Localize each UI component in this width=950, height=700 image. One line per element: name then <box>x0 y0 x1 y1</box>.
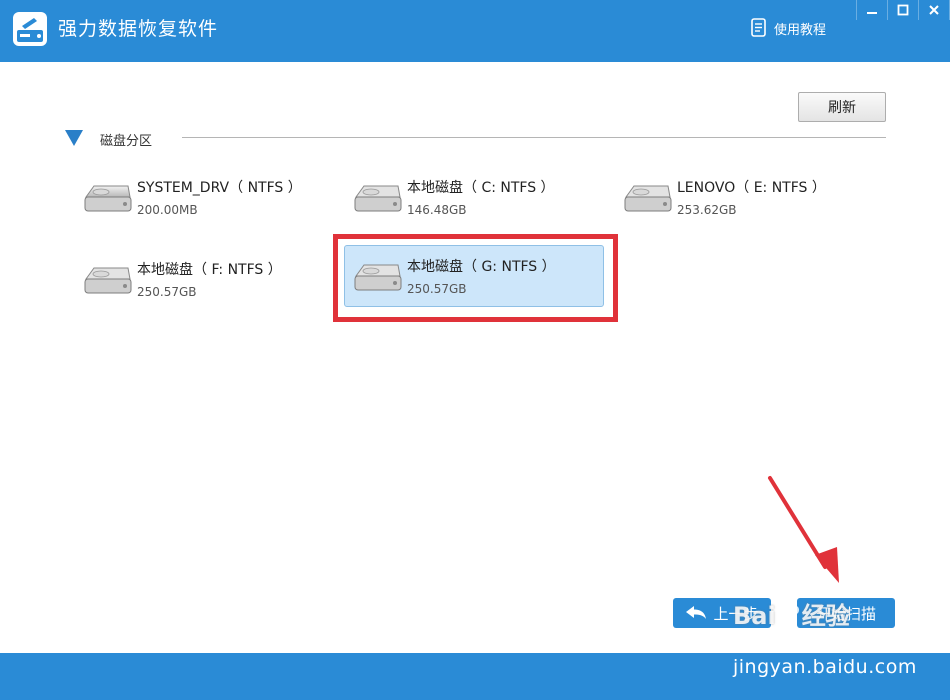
disk-name: 本地磁盘（ G: NTFS ） <box>407 259 556 275</box>
partition-section-header: 磁盘分区 <box>64 128 886 149</box>
disk-item-c[interactable]: 本地磁盘（ C: NTFS ） 146.48GB <box>344 166 604 228</box>
disk-name: 本地磁盘（ C: NTFS ） <box>407 180 555 196</box>
title-bar: 强力数据恢复软件 使用教程 <box>0 0 950 62</box>
triangle-down-icon[interactable] <box>64 129 84 147</box>
minimize-icon <box>867 12 877 14</box>
undo-arrow-icon <box>686 606 707 619</box>
hard-drive-icon <box>624 185 672 212</box>
watermark-brand-pre: Bai <box>733 602 776 630</box>
hard-drive-logo-icon <box>13 12 47 46</box>
disk-item-e[interactable]: LENOVO（ E: NTFS ） 253.62GB <box>614 166 874 228</box>
maximize-button[interactable] <box>888 0 919 20</box>
disk-size: 250.57GB <box>137 285 197 299</box>
hard-drive-icon <box>84 267 132 294</box>
section-title: 磁盘分区 <box>100 134 153 149</box>
app-title: 强力数据恢复软件 <box>58 18 219 40</box>
baidu-watermark: Bai 经验 <box>733 596 850 631</box>
disk-name: LENOVO（ E: NTFS ） <box>677 180 826 196</box>
paw-icon <box>778 603 799 625</box>
disk-size: 250.57GB <box>407 282 467 296</box>
watermark-brand-post: 经验 <box>801 602 850 630</box>
disk-item-f[interactable]: 本地磁盘（ F: NTFS ） 250.57GB <box>74 248 334 310</box>
close-icon <box>929 5 939 15</box>
disk-size: 253.62GB <box>677 203 737 217</box>
window-controls <box>856 0 950 20</box>
disk-item-g[interactable]: 本地磁盘（ G: NTFS ） 250.57GB <box>344 245 604 307</box>
tutorial-label: 使用教程 <box>774 22 827 38</box>
disk-name: 本地磁盘（ F: NTFS ） <box>137 262 282 278</box>
disk-size: 146.48GB <box>407 203 467 217</box>
maximize-icon <box>897 4 909 16</box>
tutorial-link[interactable]: 使用教程 <box>750 17 826 39</box>
disk-name: SYSTEM_DRV（ NTFS ） <box>137 180 302 196</box>
refresh-button[interactable]: 刷新 <box>798 92 886 122</box>
disk-size: 200.00MB <box>137 203 198 217</box>
document-icon <box>751 18 766 37</box>
hard-drive-icon <box>84 185 132 212</box>
watermark-url: jingyan.baidu.com <box>733 656 917 678</box>
hard-drive-icon <box>354 264 402 291</box>
minimize-button[interactable] <box>857 0 888 20</box>
disk-item-system-drv[interactable]: SYSTEM_DRV（ NTFS ） 200.00MB <box>74 166 334 228</box>
hard-drive-icon <box>354 185 402 212</box>
red-arrow-annotation <box>768 476 839 583</box>
close-button[interactable] <box>919 0 950 20</box>
section-divider <box>182 137 886 138</box>
